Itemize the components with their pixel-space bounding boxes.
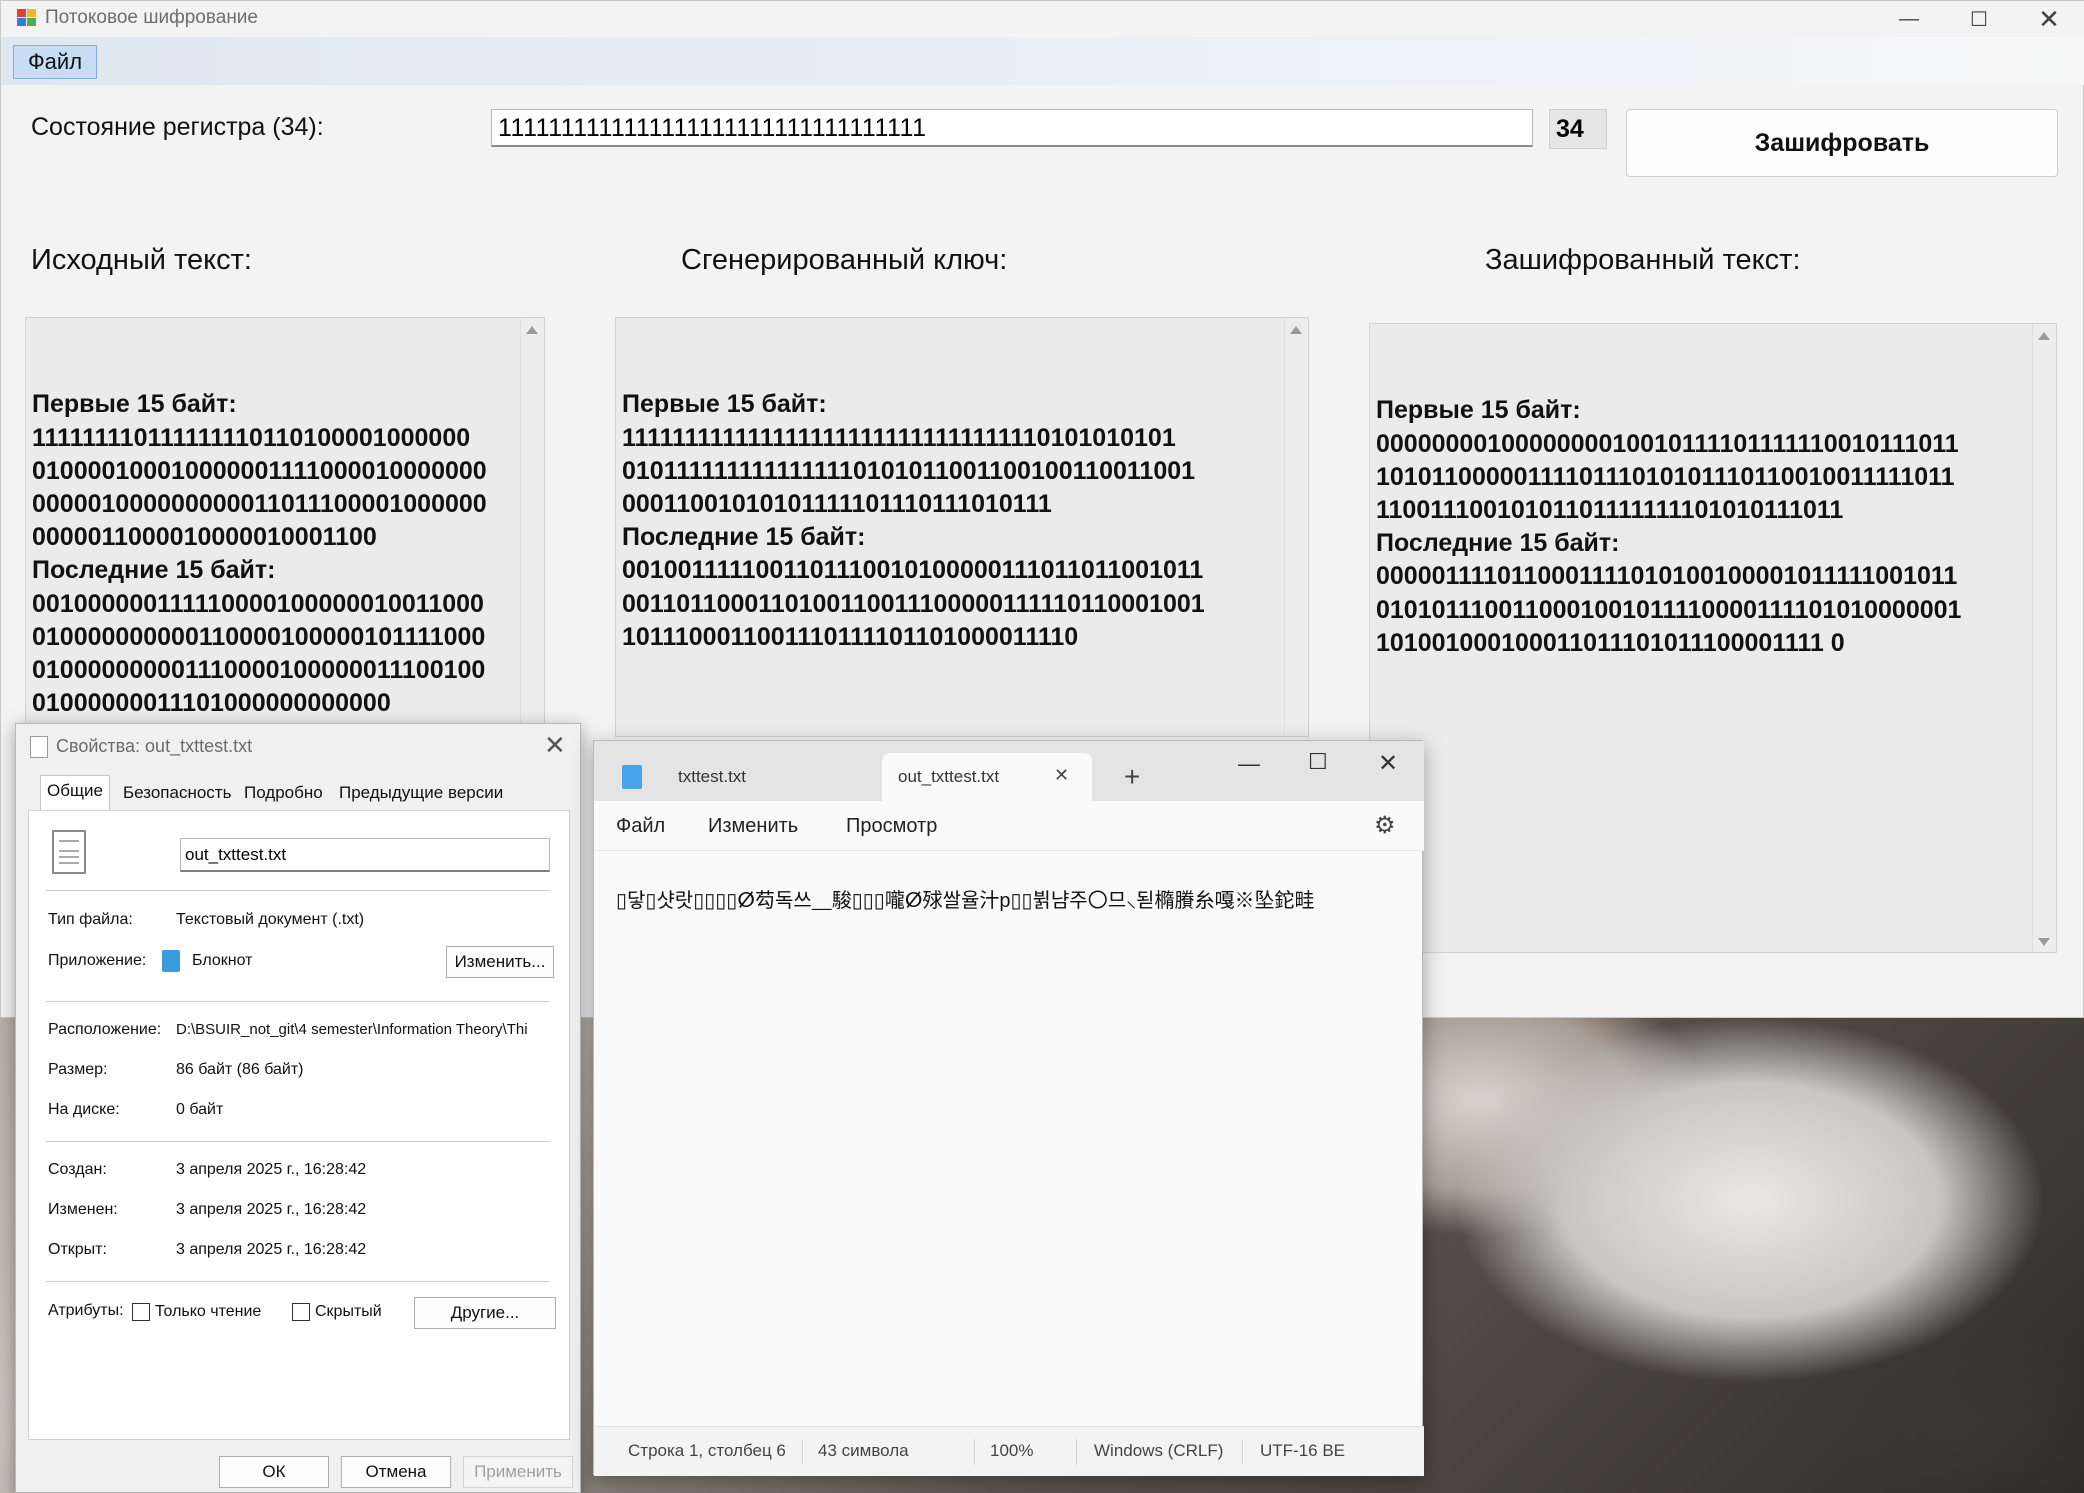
divider [46,1001,550,1002]
register-input[interactable]: 1111111111111111111111111111111111 [491,109,1533,147]
hidden-label: Скрытый [315,1303,382,1320]
scroll-up-icon[interactable] [526,326,538,334]
opened-value: 3 апреля 2025 г., 16:28:42 [176,1241,367,1258]
other-attributes-button[interactable]: Другие... [414,1297,556,1329]
minimize-icon[interactable]: — [1238,751,1260,777]
status-position: Строка 1, столбец 6 [628,1441,786,1460]
new-tab-icon[interactable]: + [1124,761,1140,793]
readonly-label: Только чтение [155,1303,262,1320]
tab-out-txttest[interactable]: out_txttest.txt ✕ [882,753,1092,801]
maximize-icon[interactable]: ☐ [1945,1,2013,37]
key-heading: Сгенерированный ключ: [681,244,1008,276]
dialog-title: Свойства: out_txttest.txt [56,736,253,756]
divider [1242,1439,1243,1465]
hidden-checkbox[interactable] [292,1303,310,1321]
apply-button[interactable]: Применить [463,1456,573,1488]
properties-dialog: Свойства: out_txttest.txt ✕ Общие Безопа… [15,723,581,1493]
encrypt-button[interactable]: Зашифровать [1626,109,2058,177]
tab-txttest[interactable]: txttest.txt [678,753,858,801]
cipher-text: Первые 15 байт: 000000001000000001001011… [1376,396,1962,657]
file-name-field[interactable]: out_txttest.txt [180,838,550,872]
divider [1076,1439,1077,1465]
type-label: Тип файла: [48,911,133,928]
register-length-field[interactable]: 34 [1549,109,1607,149]
minimize-icon[interactable]: — [1875,1,1943,37]
gear-icon[interactable]: ⚙ [1374,811,1396,840]
status-chars: 43 символа [818,1441,909,1460]
divider [46,1281,550,1282]
status-bar: Строка 1, столбец 6 43 символа 100% Wind… [594,1426,1424,1476]
document-icon [52,830,86,874]
close-icon[interactable]: ✕ [1378,749,1398,778]
key-textbox[interactable]: Первые 15 байт: 111111111111111111111111… [615,317,1309,737]
key-text: Первые 15 байт: 111111111111111111111111… [622,390,1205,651]
cipher-textbox[interactable]: Первые 15 байт: 000000001000000001001011… [1369,323,2057,953]
key-scrollbar[interactable] [1284,318,1308,736]
app-icon [17,9,37,27]
location-value: D:\BSUIR_not_git\4 semester\Information … [176,1021,528,1038]
menu-bar: Файл [1,37,2084,85]
scroll-up-icon[interactable] [1290,326,1302,334]
modified-label: Изменен: [48,1201,118,1218]
attributes-label: Атрибуты: [48,1302,124,1319]
close-icon[interactable]: ✕ [544,730,566,761]
notepad-icon [162,950,180,972]
location-label: Расположение: [48,1021,162,1038]
app-label: Приложение: [48,952,147,969]
status-eol: Windows (CRLF) [1094,1441,1224,1460]
disk-value: 0 байт [176,1101,224,1118]
source-textbox[interactable]: Первые 15 байт: 111111110111111110110100… [25,317,545,737]
general-panel [28,810,570,1440]
close-icon[interactable]: ✕ [2015,1,2083,37]
menu-view[interactable]: Просмотр [846,815,937,838]
cipher-heading: Зашифрованный текст: [1485,244,1801,276]
created-label: Создан: [48,1161,107,1178]
source-scrollbar[interactable] [520,318,544,736]
created-value: 3 апреля 2025 г., 16:28:42 [176,1161,367,1178]
notepad-icon [622,765,642,789]
cancel-button[interactable]: Отмена [341,1456,451,1488]
divider [46,1141,550,1142]
readonly-checkbox[interactable] [132,1303,150,1321]
window-title: Потоковое шифрование [45,7,258,28]
source-heading: Исходный текст: [31,244,252,276]
menu-file[interactable]: Файл [616,815,665,838]
ok-button[interactable]: ОК [219,1456,329,1488]
file-icon [30,736,48,758]
divider [802,1439,803,1465]
opened-label: Открыт: [48,1241,107,1258]
modified-value: 3 апреля 2025 г., 16:28:42 [176,1201,367,1218]
notepad-window: txttest.txt out_txttest.txt ✕ + — ☐ ✕ Фа… [593,740,1424,1476]
maximize-icon[interactable]: ☐ [1308,749,1328,775]
app-value: Блокнот [192,952,253,969]
status-encoding: UTF-16 BE [1260,1441,1346,1460]
scroll-down-icon[interactable] [2038,938,2050,946]
title-bar[interactable]: Потоковое шифрование — ☐ ✕ [1,1,2084,37]
type-value: Текстовый документ (.txt) [176,911,365,928]
menu-edit[interactable]: Изменить [708,815,798,838]
tab-label: out_txttest.txt [898,767,1000,786]
status-zoom[interactable]: 100% [990,1441,1033,1461]
close-tab-icon[interactable]: ✕ [1054,765,1069,786]
menu-file[interactable]: Файл [13,45,97,79]
size-value: 86 байт (86 байт) [176,1061,304,1078]
scroll-up-icon[interactable] [2038,332,2050,340]
change-app-button[interactable]: Изменить... [446,946,554,978]
disk-label: На диске: [48,1101,120,1118]
register-label: Состояние регистра (34): [31,113,324,141]
cipher-scrollbar[interactable] [2032,324,2056,952]
divider [974,1439,975,1465]
source-text: Первые 15 байт: 111111110111111110110100… [32,390,487,718]
notepad-menu-bar: Файл Изменить Просмотр ⚙ [594,801,1424,851]
tab-bar: txttest.txt out_txttest.txt ✕ + — ☐ ✕ [594,741,1424,801]
divider [46,890,550,891]
size-label: Размер: [48,1061,108,1078]
notepad-content[interactable]: ▯닿▯샷랏▯▯▯▯ⵁ芶독쓰⸏駿▯▯▯嚨ⵁ殏쌀율汁p▯▯뷝냠주〇므⸜됟橢賸糸嘎※… [616,884,1315,913]
